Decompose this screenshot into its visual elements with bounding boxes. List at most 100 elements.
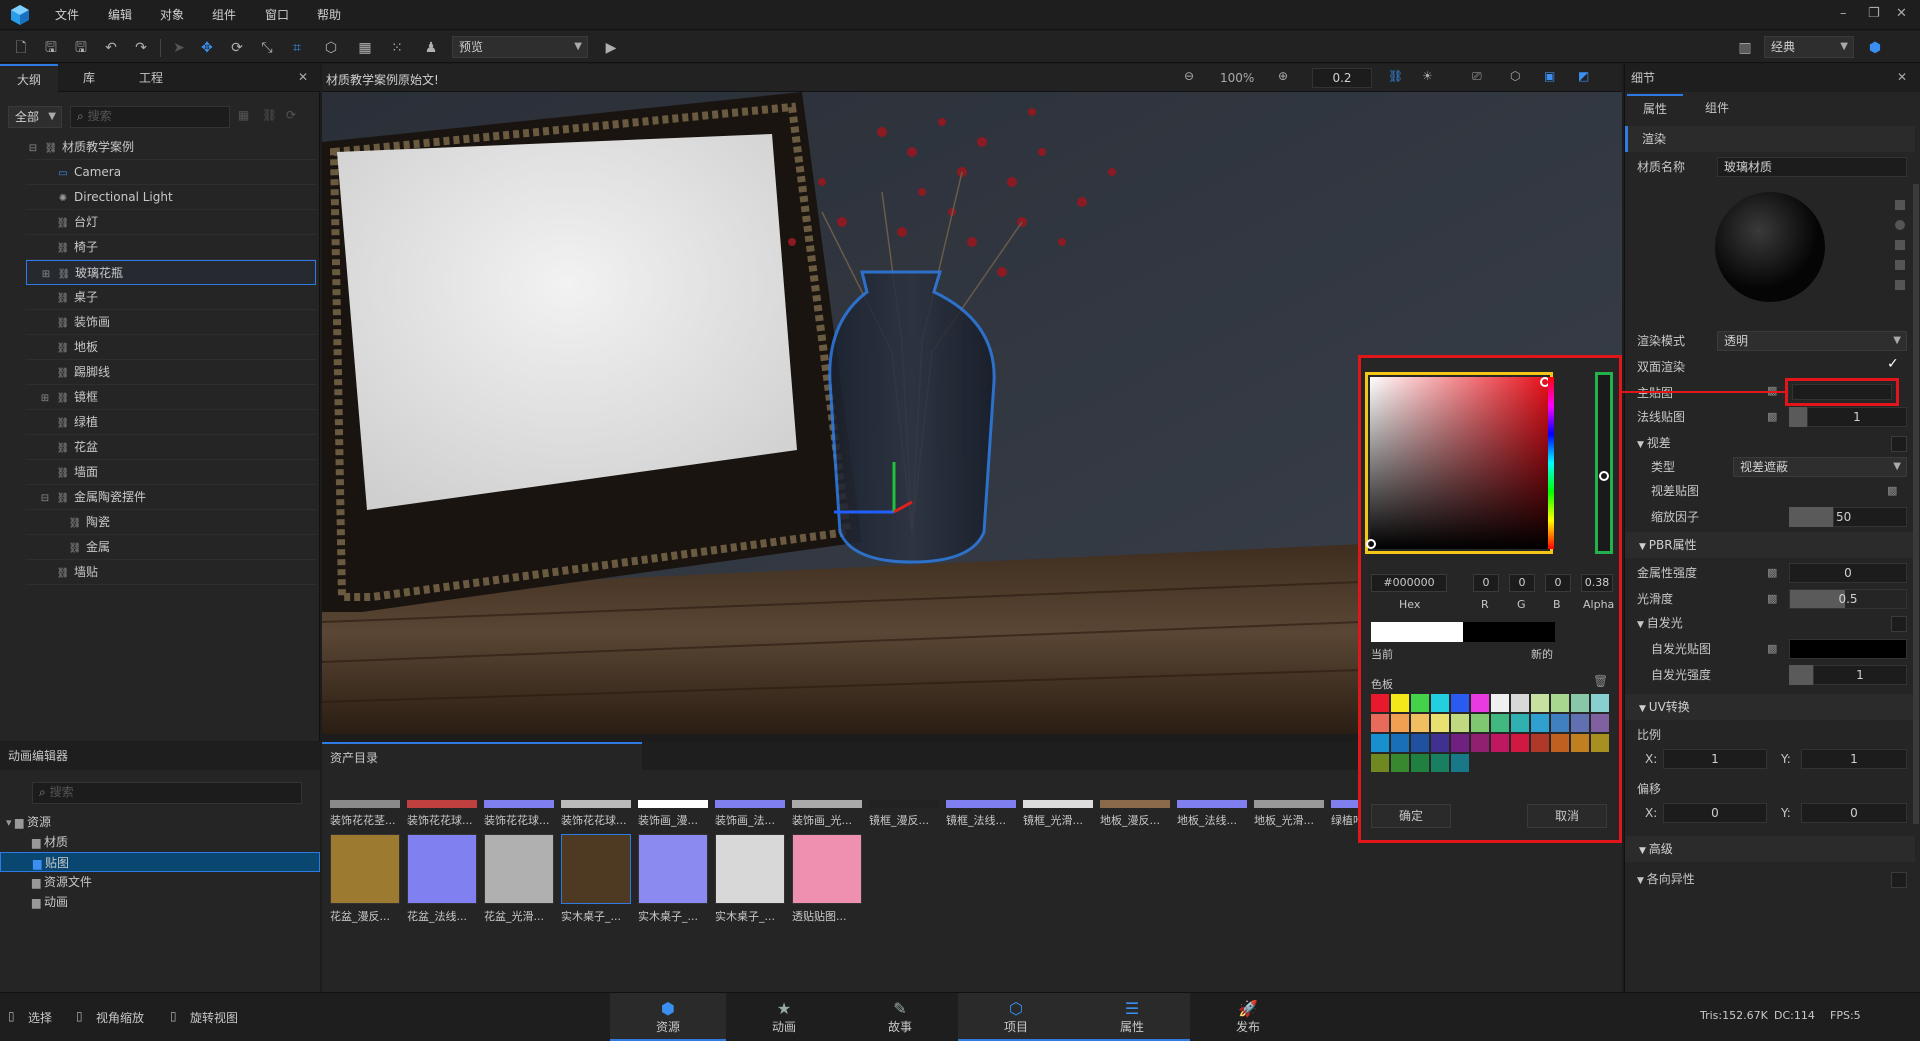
asset-label[interactable]: 装饰花花球... [561,812,635,828]
bottom-tab-assets[interactable]: ⬢ 资源 [610,993,726,1041]
tab-library[interactable]: 库 [60,64,118,92]
main-map-color-swatch[interactable] [1792,384,1892,400]
asset-thumbnail[interactable] [792,834,862,904]
tab-properties[interactable]: 属性 [1627,94,1683,122]
close-panel-icon[interactable]: ✕ [298,70,308,84]
save-icon[interactable]: 🖫 [40,37,62,59]
asset-label[interactable]: 装饰画_法... [715,812,789,828]
asset-thumbnail[interactable] [869,800,939,808]
offset-y-field[interactable]: 0 [1801,803,1907,823]
tree-item[interactable]: ⊟ ⛓ 材质教学案例 [26,135,316,160]
palette-swatch[interactable] [1531,714,1549,732]
resource-search-input[interactable]: ⌕ 搜索 [32,782,302,804]
asset-thumbnail[interactable] [715,834,785,904]
asset-label[interactable]: 花盆_法线... [407,908,481,924]
texture-slot-icon[interactable]: ▩ [1767,592,1777,605]
bottom-tab-properties[interactable]: ☰ 属性 [1074,993,1190,1041]
asset-thumbnail[interactable] [484,800,554,808]
preview-cube-icon[interactable] [1895,240,1905,250]
asset-thumbnail[interactable] [330,834,400,904]
outline-search-input[interactable]: ⌕ 搜索 [70,106,230,128]
tree-item[interactable]: ⛓ 台灯 [26,210,316,235]
tree-item[interactable]: ⛓ 踢脚线 [26,360,316,385]
palette-swatch[interactable] [1591,734,1609,752]
cube-icon[interactable]: ⬡ [1510,69,1520,83]
palette-swatch[interactable] [1371,754,1389,772]
asset-label[interactable]: 镜框_法线... [946,812,1020,828]
filter-select[interactable]: 全部 ▼ [8,106,62,128]
scale-x-field[interactable]: 1 [1663,749,1767,769]
link-icon[interactable]: ⛓ [262,108,277,122]
parallax-checkbox[interactable] [1891,436,1907,452]
palette-swatch[interactable] [1571,714,1589,732]
emissive-strength-field[interactable]: 1 [1813,665,1907,685]
tree-item[interactable]: ⊞ ⛓ 镜框 [26,385,316,410]
palette-swatch[interactable] [1571,734,1589,752]
tree-item[interactable]: ⊟ ⛓ 金属陶瓷摆件 [26,485,316,510]
asset-label[interactable]: 花盆_光滑... [484,908,558,924]
asset-label[interactable]: 地板_法线... [1177,812,1251,828]
asset-thumbnail[interactable] [561,834,631,904]
camera-view-icon[interactable]: ⎚ [1472,69,1482,84]
asset-label[interactable]: 花盆_漫反... [330,908,404,924]
scale-y-field[interactable]: 1 [1801,749,1907,769]
palette-swatch[interactable] [1591,714,1609,732]
hue-slider[interactable] [1548,377,1554,549]
saturation-value-area[interactable] [1370,377,1548,549]
advanced-section-header[interactable]: ▼ 高级 [1625,836,1915,862]
select-tool-icon[interactable]: ➤ [168,37,190,59]
asset-thumbnail[interactable] [1100,800,1170,808]
tree-item[interactable]: ⛓ 装饰画 [26,310,316,335]
menu-object[interactable]: 对象 [160,6,184,23]
palette-swatch[interactable] [1471,714,1489,732]
palette-swatch[interactable] [1391,694,1409,712]
tree-item[interactable]: ⛓ 椅子 [26,235,316,260]
move-tool-icon[interactable]: ✥ [196,37,218,59]
layout-select[interactable]: 经典 ▼ [1764,36,1854,58]
menu-help[interactable]: 帮助 [317,6,341,23]
palette-swatch[interactable] [1511,694,1529,712]
emissive-color-swatch[interactable] [1789,639,1907,659]
bottom-tab-project[interactable]: ⬡ 项目 [958,993,1074,1041]
g-input[interactable]: 0 [1509,574,1535,592]
palette-swatch[interactable] [1371,714,1389,732]
tree-item[interactable]: ⛓ 绿植 [26,410,316,435]
palette-swatch[interactable] [1471,694,1489,712]
palette-swatch[interactable] [1391,754,1409,772]
palette-swatch[interactable] [1431,734,1449,752]
asset-thumbnail[interactable] [946,800,1016,808]
local-space-icon[interactable]: ⌗ [286,37,308,59]
layout-icon[interactable]: ▥ [1734,37,1756,59]
palette-swatch[interactable] [1391,734,1409,752]
asset-label[interactable]: 装饰花花球... [484,812,558,828]
zoom-out-icon[interactable]: ⊖ [1184,69,1194,83]
scale-factor-slider[interactable] [1789,507,1833,527]
emissive-checkbox[interactable] [1891,616,1907,632]
palette-swatch[interactable] [1451,694,1469,712]
menu-edit[interactable]: 编辑 [108,6,132,23]
palette-swatch[interactable] [1551,734,1569,752]
grid-icon[interactable]: ▦ [354,37,376,59]
alpha-slider[interactable] [1595,372,1613,554]
sun-icon[interactable]: ☀ [1422,69,1433,83]
palette-swatch[interactable] [1491,694,1509,712]
palette-swatch[interactable] [1371,694,1389,712]
texture-slot-icon[interactable]: ▩ [1767,642,1777,655]
bottom-tab-story[interactable]: ✎ 故事 [842,993,958,1041]
asset-label[interactable]: 镜框_光滑... [1023,812,1097,828]
tab-outline[interactable]: 大纲 [0,64,58,92]
asset-thumbnail[interactable] [407,800,477,808]
asset-label[interactable]: 实木桌子_... [638,908,712,924]
confirm-button[interactable]: 确定 [1371,804,1451,828]
palette-swatch[interactable] [1551,714,1569,732]
tree-item[interactable]: ⛓ 金属 [26,535,316,560]
expand-icon[interactable]: ▼ [1637,620,1647,630]
pbr-section-header[interactable]: ▼ PBR属性 [1625,532,1915,558]
texture-slot-icon[interactable]: ▩ [1887,484,1897,497]
asset-label[interactable]: 装饰花花球... [407,812,481,828]
asset-thumbnail[interactable] [715,800,785,808]
palette-swatch[interactable] [1411,734,1429,752]
trash-icon[interactable]: 🗑 [1593,674,1608,688]
alpha-input[interactable]: 0.38 [1581,574,1613,592]
refresh-icon[interactable]: ⟳ [286,108,296,122]
